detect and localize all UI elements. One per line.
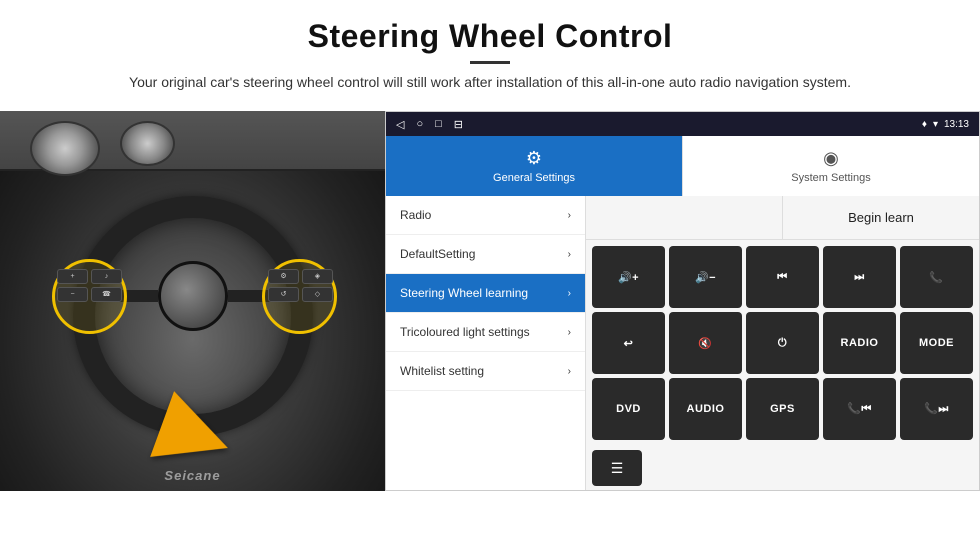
call-icon: 📞 <box>929 271 943 284</box>
vol-up-icon: 🔊+ <box>618 271 639 284</box>
dvd-label: DVD <box>616 403 641 415</box>
general-settings-icon: ⚙ <box>526 148 542 169</box>
menu-radio-label: Radio <box>400 208 568 222</box>
menu-steering-label: Steering Wheel learning <box>400 286 568 300</box>
nav-icons: ◁ ○ □ ⊟ <box>396 118 463 131</box>
call-prev-button[interactable]: 📞⏮ <box>823 378 896 440</box>
power-button[interactable]: ⏻ <box>746 312 819 374</box>
menu-list: Radio › DefaultSetting › Steering Wheel … <box>386 196 586 490</box>
gps-label: GPS <box>770 403 795 415</box>
chevron-icon: › <box>568 327 571 338</box>
wifi-icon: ▾ <box>933 119 938 130</box>
sw-btn-gear: ⚙ <box>268 269 299 284</box>
tab-system-settings[interactable]: ◉ System Settings <box>682 136 979 196</box>
list-icon-button[interactable]: ☰ <box>592 450 642 486</box>
right-panel: Begin learn 🔊+ 🔊− ⏮ ⏭ <box>586 196 979 490</box>
top-row: Begin learn <box>586 196 979 240</box>
steering-wheel-hub <box>158 261 228 331</box>
dashboard-top <box>0 111 385 171</box>
back-call-icon: ↩ <box>624 337 634 350</box>
prev-track-button[interactable]: ⏮ <box>746 246 819 308</box>
vol-up-button[interactable]: 🔊+ <box>592 246 665 308</box>
status-right: ♦ ▾ 13:13 <box>922 119 969 130</box>
mute-button[interactable]: 🔇 <box>669 312 742 374</box>
menu-whitelist-label: Whitelist setting <box>400 364 568 378</box>
list-icon: ☰ <box>611 460 624 477</box>
page-title: Steering Wheel Control <box>0 18 980 55</box>
home-icon: ○ <box>416 118 423 131</box>
sw-btn-call: ☎ <box>91 287 122 302</box>
prev-icon: ⏮ <box>777 271 787 284</box>
chevron-icon: › <box>568 249 571 260</box>
tab-general-label: General Settings <box>493 172 575 184</box>
menu-item-tricoloured[interactable]: Tricoloured light settings › <box>386 313 585 352</box>
sw-btn-vol-down: − <box>57 287 88 302</box>
mute-icon: 🔇 <box>698 337 712 350</box>
car-image-area: + ♪ − ☎ ⚙ ◈ ↺ ◇ Seicane <box>0 111 385 491</box>
android-panel: ◁ ○ □ ⊟ ♦ ▾ 13:13 ⚙ General Settings ◉ S… <box>385 111 980 491</box>
chevron-icon: › <box>568 366 571 377</box>
call-prev-icon: 📞⏮ <box>847 402 872 416</box>
recents-icon: □ <box>435 118 442 131</box>
radio-button[interactable]: RADIO <box>823 312 896 374</box>
audio-label: AUDIO <box>687 403 725 415</box>
tab-system-label: System Settings <box>791 172 870 184</box>
next-icon: ⏭ <box>854 271 864 284</box>
sw-btn-diamond: ◈ <box>302 269 333 284</box>
next-track-button[interactable]: ⏭ <box>823 246 896 308</box>
call-button[interactable]: 📞 <box>900 246 973 308</box>
control-button-grid: 🔊+ 🔊− ⏮ ⏭ 📞 ↩ <box>586 240 979 446</box>
brand-watermark: Seicane <box>164 468 220 483</box>
sw-btn-circle: ◇ <box>302 287 333 302</box>
back-button[interactable]: ↩ <box>592 312 665 374</box>
arrow-indicator <box>160 401 230 471</box>
title-divider <box>470 61 510 64</box>
main-content: Radio › DefaultSetting › Steering Wheel … <box>386 196 979 490</box>
status-bar: ◁ ○ □ ⊟ ♦ ▾ 13:13 <box>386 112 979 136</box>
sw-btn-vol-up: + <box>57 269 88 284</box>
chevron-icon: › <box>568 288 571 299</box>
dvd-button[interactable]: DVD <box>592 378 665 440</box>
vol-down-button[interactable]: 🔊− <box>669 246 742 308</box>
gauge-right <box>120 121 175 166</box>
page-header: Steering Wheel Control Your original car… <box>0 0 980 101</box>
vol-down-icon: 🔊− <box>695 271 716 284</box>
begin-learn-button[interactable]: Begin learn <box>783 196 979 239</box>
menu-item-steering-wheel[interactable]: Steering Wheel learning › <box>386 274 585 313</box>
sw-btn-music: ♪ <box>91 269 122 284</box>
time-display: 13:13 <box>944 119 969 130</box>
menu-default-label: DefaultSetting <box>400 247 568 261</box>
tab-bar: ⚙ General Settings ◉ System Settings <box>386 136 979 196</box>
gauge-left <box>30 121 100 176</box>
menu-item-whitelist[interactable]: Whitelist setting › <box>386 352 585 391</box>
menu-item-default-setting[interactable]: DefaultSetting › <box>386 235 585 274</box>
tab-general-settings[interactable]: ⚙ General Settings <box>386 136 682 196</box>
call-next-icon: 📞⏭ <box>924 402 949 416</box>
power-icon: ⏻ <box>778 337 787 350</box>
mode-label: MODE <box>919 337 954 349</box>
sw-btn-refresh: ↺ <box>268 287 299 302</box>
chevron-icon: › <box>568 210 571 221</box>
menu-icon: ⊟ <box>454 118 463 131</box>
back-icon: ◁ <box>396 118 404 131</box>
gps-button[interactable]: GPS <box>746 378 819 440</box>
menu-item-radio[interactable]: Radio › <box>386 196 585 235</box>
empty-cell <box>586 196 783 239</box>
location-icon: ♦ <box>922 119 927 130</box>
content-area: + ♪ − ☎ ⚙ ◈ ↺ ◇ Seicane ◁ ○ □ ⊟ <box>0 111 980 491</box>
mode-button[interactable]: MODE <box>900 312 973 374</box>
bottom-row: ☰ <box>586 446 979 490</box>
call-next-button[interactable]: 📞⏭ <box>900 378 973 440</box>
page-subtitle: Your original car's steering wheel contr… <box>90 72 890 93</box>
radio-label: RADIO <box>841 337 879 349</box>
sw-buttons-left: + ♪ − ☎ <box>57 269 122 302</box>
sw-buttons-right: ⚙ ◈ ↺ ◇ <box>268 269 333 302</box>
audio-button[interactable]: AUDIO <box>669 378 742 440</box>
system-settings-icon: ◉ <box>823 148 839 169</box>
menu-tricoloured-label: Tricoloured light settings <box>400 325 568 339</box>
